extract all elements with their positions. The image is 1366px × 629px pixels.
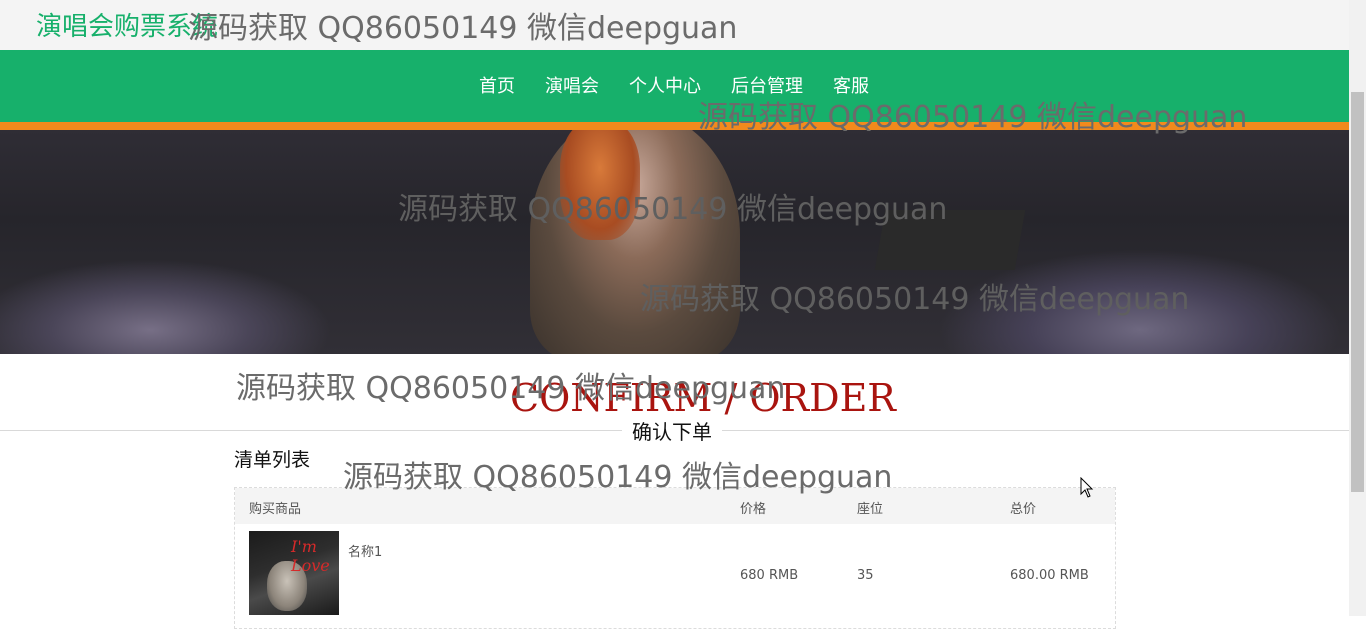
list-heading: 清单列表 [234,449,311,471]
order-table: 购买商品 价格 座位 总价 I'm Love 名称1 680 RMB 35 68… [234,487,1116,629]
nav-item-profile[interactable]: 个人中心 [629,72,701,98]
column-header-seat: 座位 [857,502,884,517]
section-title-cn: 确认下单 [622,416,722,445]
hero-banner: 源码获取 QQ86050149 微信deepguan 源码获取 QQ860501… [0,130,1349,354]
mouse-cursor-icon [1080,477,1094,498]
banner-watermark: 源码获取 QQ86050149 微信deepguan [640,282,1190,317]
page-watermark: 源码获取 QQ86050149 微信deepguan [188,11,738,46]
column-header-total: 总价 [1010,502,1037,517]
nav-item-home[interactable]: 首页 [479,72,515,98]
page-watermark: 源码获取 QQ86050149 微信deepguan [698,100,1248,135]
scrollbar-thumb[interactable] [1351,92,1364,492]
page-watermark: 源码获取 QQ86050149 微信deepguan [236,371,786,406]
product-total: 680.00 RMB [1010,568,1089,583]
product-seat: 35 [857,568,874,583]
product-image-caption: I'm Love [291,537,330,575]
product-image[interactable]: I'm Love [249,531,339,615]
product-price: 680 RMB [740,568,799,583]
banner-watermark: 源码获取 QQ86050149 微信deepguan [398,192,948,227]
column-header-product: 购买商品 [249,502,302,517]
product-name[interactable]: 名称1 [348,541,382,560]
page-watermark: 源码获取 QQ86050149 微信deepguan [343,460,893,495]
column-header-price: 价格 [740,502,767,517]
nav-item-concerts[interactable]: 演唱会 [545,72,599,98]
